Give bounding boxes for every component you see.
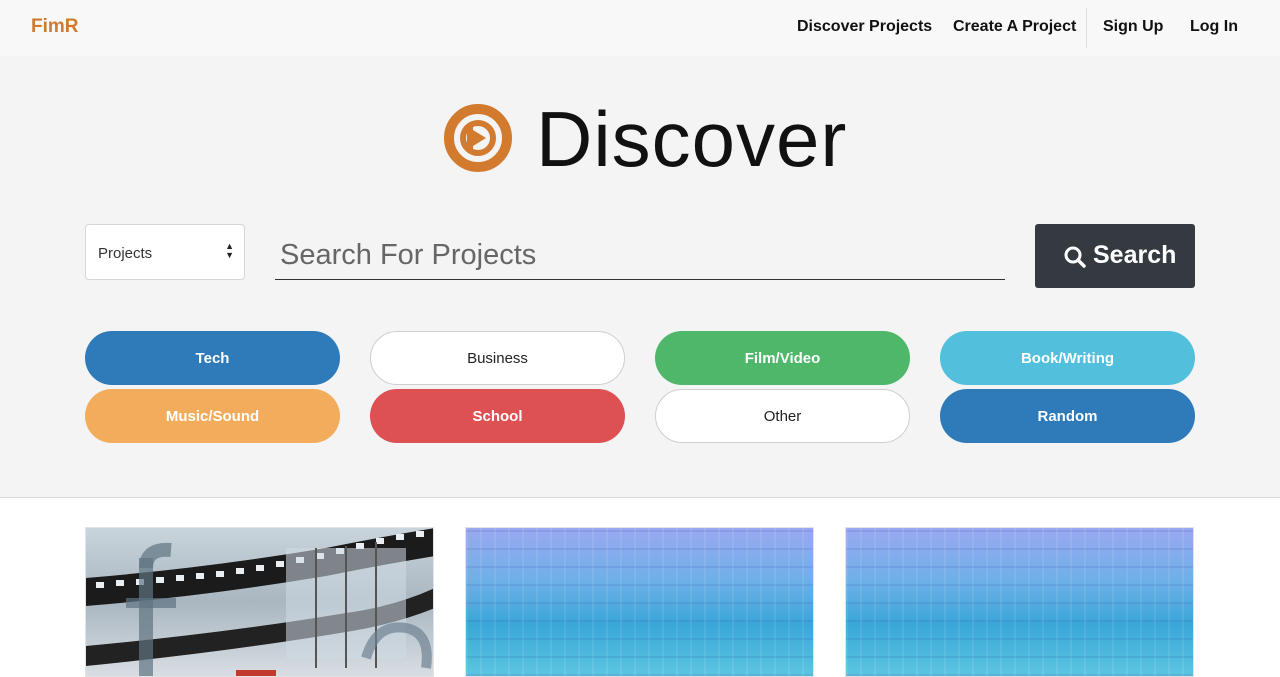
category-label: Book/Writing (1020, 349, 1115, 367)
category-random[interactable]: Random (940, 389, 1195, 443)
project-card[interactable] (845, 527, 1194, 677)
category-label: Tech (195, 349, 230, 367)
search-type-value: Projects (98, 245, 153, 262)
category-label: School (472, 407, 523, 425)
select-arrows-icon: ▲ ▼ (225, 241, 234, 260)
project-card[interactable] (465, 527, 814, 677)
search-input[interactable] (275, 232, 1005, 280)
category-label: Other (763, 407, 802, 425)
category-label: Film/Video (744, 349, 821, 367)
circuit-board-image (846, 528, 1193, 676)
category-label: Random (1037, 407, 1098, 425)
top-navbar: FimR Discover Projects Create A Project … (0, 0, 1280, 56)
category-music-sound[interactable]: Music/Sound (85, 389, 340, 443)
brand-logo-link[interactable]: FimR (31, 16, 79, 38)
search-type-select[interactable]: Projects ▲ ▼ (85, 224, 245, 280)
category-school[interactable]: School (370, 389, 625, 443)
category-other[interactable]: Other (655, 389, 910, 443)
nav-divider (1086, 8, 1087, 48)
discover-hero: Discover Projects ▲▼ Search Tech Busines… (0, 56, 1280, 498)
search-button-label: Search (1093, 241, 1177, 269)
page-title: Discover (536, 95, 848, 183)
nav-create-project[interactable]: Create A Project (953, 18, 1076, 36)
nav-log-in[interactable]: Log In (1190, 18, 1238, 36)
search-button[interactable]: Search (1035, 224, 1195, 288)
nav-discover-projects[interactable]: Discover Projects (797, 18, 932, 36)
category-business[interactable]: Business (370, 331, 625, 385)
category-label: Music/Sound (165, 407, 260, 425)
project-card[interactable] (85, 527, 434, 677)
category-film-video[interactable]: Film/Video (655, 331, 910, 385)
category-tech[interactable]: Tech (85, 331, 340, 385)
search-icon (1064, 246, 1086, 268)
film-strip-graphic (86, 528, 433, 676)
category-book-writing[interactable]: Book/Writing (940, 331, 1195, 385)
play-circle-logo-icon (444, 104, 512, 172)
category-label: Business (467, 349, 528, 367)
nav-sign-up[interactable]: Sign Up (1103, 18, 1163, 36)
film-strip-image (86, 528, 433, 676)
circuit-board-image (466, 528, 813, 676)
